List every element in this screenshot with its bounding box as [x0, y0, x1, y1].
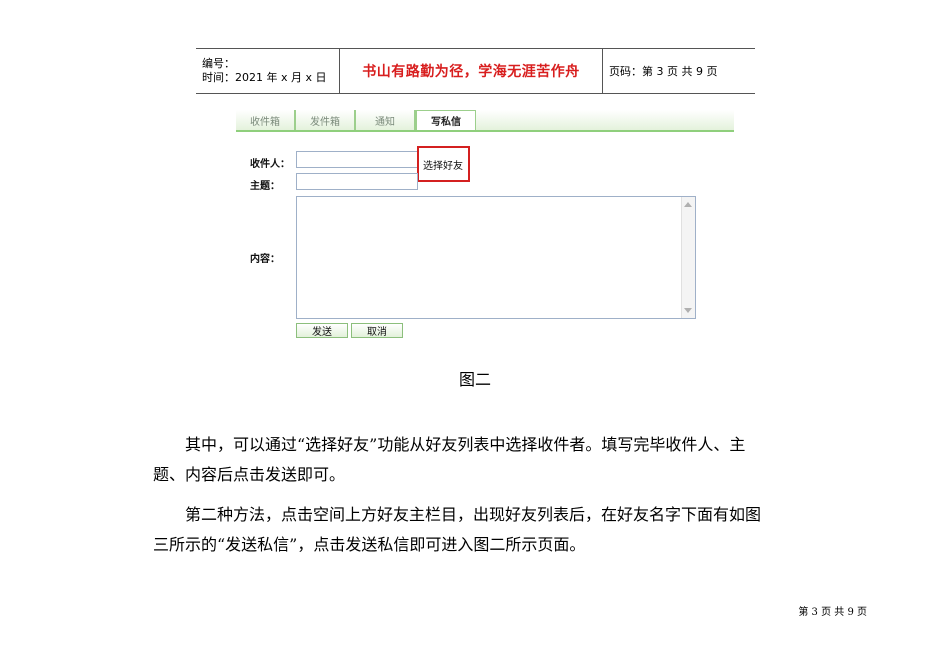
tab-inbox[interactable]: 收件箱: [236, 110, 296, 130]
scroll-up-icon[interactable]: [684, 202, 692, 207]
recipient-input[interactable]: [296, 151, 418, 168]
tab-sent[interactable]: 发件箱: [296, 110, 356, 130]
header-motto-cell: 书山有路勤为径，学海无涯苦作舟: [339, 49, 603, 93]
page-code: 页码：第 3 页 共 9 页: [609, 65, 718, 78]
subject-label: 主题：: [250, 181, 280, 192]
header-page-cell: 页码：第 3 页 共 9 页: [603, 49, 755, 93]
send-button[interactable]: 发送: [296, 323, 348, 338]
cancel-button[interactable]: 取消: [351, 323, 403, 338]
tab-bar: 收件箱 发件箱 通知 写私信: [236, 110, 734, 132]
header-meta: 编号： 时间：2021 年 x 月 x 日: [196, 49, 339, 93]
content-scrollbar[interactable]: [681, 197, 695, 318]
message-form-screenshot: 收件箱 发件箱 通知 写私信 收件人： 选择好友 主题： 内容： 发送 取消: [236, 110, 736, 345]
paragraph-1: 其中，可以通过“选择好友”功能从好友列表中选择收件者。填写完毕收件人、主 题、内…: [153, 430, 905, 490]
subject-input[interactable]: [296, 173, 418, 190]
content-textarea[interactable]: [296, 196, 696, 319]
paragraph-2: 第二种方法，点击空间上方好友主栏目，出现好友列表后，在好友名字下面有如图 三所示…: [153, 500, 905, 560]
paragraph-1-line-1: 其中，可以通过“选择好友”功能从好友列表中选择收件者。填写完毕收件人、主: [185, 435, 746, 454]
paragraph-2-line-1: 第二种方法，点击空间上方好友主栏目，出现好友列表后，在好友名字下面有如图: [185, 505, 762, 524]
tab-write-message[interactable]: 写私信: [416, 110, 476, 130]
number-label: 编号：: [202, 57, 235, 70]
paragraph-1-line-2: 题、内容后点击发送即可。: [153, 465, 346, 484]
content-label: 内容：: [250, 254, 280, 265]
tab-bar-fill: [476, 110, 734, 130]
paragraph-2-line-2: 三所示的“发送私信”，点击发送私信即可进入图二所示页面。: [153, 535, 586, 554]
time-label: 时间：2021 年 x 月 x 日: [202, 71, 327, 84]
page-header: 编号： 时间：2021 年 x 月 x 日 书山有路勤为径，学海无涯苦作舟 页码…: [196, 48, 755, 94]
scroll-down-icon[interactable]: [684, 308, 692, 313]
select-friend-link[interactable]: 选择好友: [417, 146, 470, 182]
motto-text: 书山有路勤为径，学海无涯苦作舟: [362, 64, 580, 80]
figure-caption: 图二: [458, 370, 491, 389]
recipient-label: 收件人：: [250, 159, 290, 170]
tab-notice[interactable]: 通知: [356, 110, 416, 130]
page-footer: 第 3 页 共 9 页: [798, 607, 867, 618]
